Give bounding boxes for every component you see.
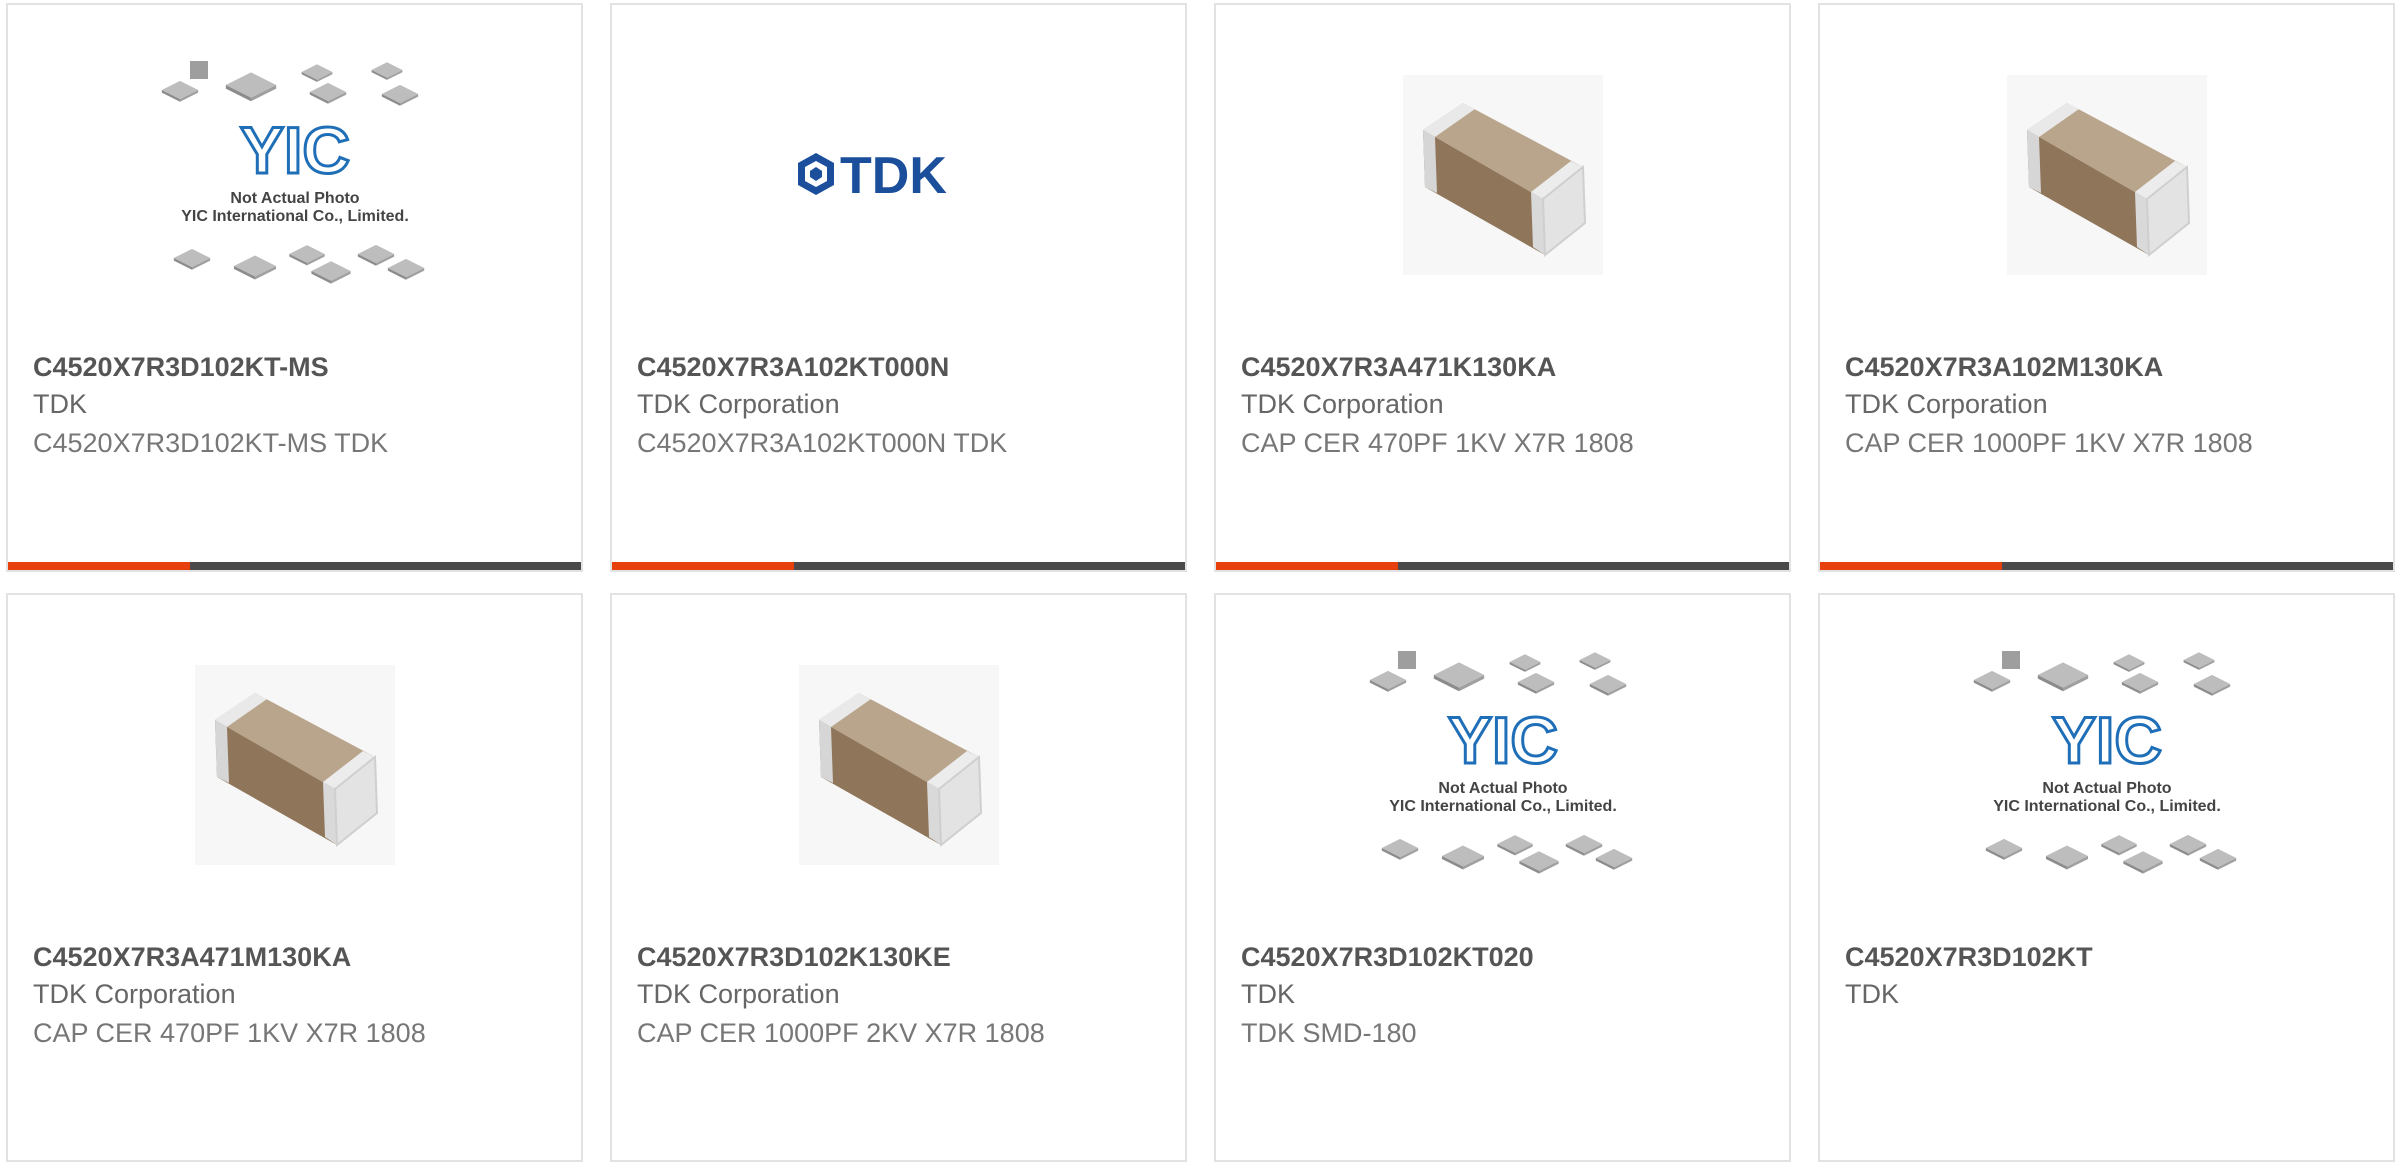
- not-actual-photo-image: YIC Not Actual Photo YIC International C…: [1973, 651, 2236, 874]
- not-actual-photo-image: YIC Not Actual Photo YIC International C…: [1369, 651, 1632, 874]
- part-number[interactable]: C4520X7R3A102M130KA: [1845, 352, 2163, 383]
- card-accent-bar: [1820, 562, 2002, 570]
- capacitor-chip-image: [2007, 75, 2207, 275]
- tdk-logo: TDK: [797, 147, 947, 205]
- product-image-chip: [1820, 5, 2393, 345]
- product-image-chip: [1216, 5, 1789, 345]
- svg-text:YIC International Co., Limited: YIC International Co., Limited.: [1389, 798, 1617, 815]
- svg-text:Not Actual Photo: Not Actual Photo: [230, 190, 359, 207]
- product-card[interactable]: C4520X7R3D102K130KE TDK Corporation CAP …: [610, 593, 1187, 1162]
- part-number[interactable]: C4520X7R3D102KT: [1845, 942, 2093, 973]
- product-card[interactable]: YIC Not Actual Photo YIC International C…: [1214, 593, 1791, 1162]
- yic-logo: YIC: [239, 113, 349, 187]
- part-number[interactable]: C4520X7R3A471K130KA: [1241, 352, 1556, 383]
- part-number[interactable]: C4520X7R3A102KT000N: [637, 352, 949, 383]
- description: CAP CER 1000PF 2KV X7R 1808: [637, 1018, 1045, 1048]
- product-image-yic-placeholder: YIC Not Actual Photo YIC International C…: [1820, 595, 2393, 935]
- description: C4520X7R3D102KT-MS TDK: [33, 428, 389, 458]
- svg-text:YIC International Co., Limited: YIC International Co., Limited.: [181, 208, 409, 225]
- manufacturer: TDK Corporation: [637, 389, 840, 419]
- manufacturer: TDK: [33, 389, 87, 419]
- manufacturer: TDK: [1241, 979, 1295, 1009]
- svg-text:Not Actual Photo: Not Actual Photo: [2042, 780, 2171, 797]
- part-number[interactable]: C4520X7R3A471M130KA: [33, 942, 351, 973]
- yic-logo: YIC: [2051, 703, 2161, 777]
- part-number[interactable]: C4520X7R3D102KT-MS: [33, 352, 329, 383]
- product-grid: YIC Not Actual Photo YIC International C…: [0, 0, 2400, 1162]
- card-accent-bar: [8, 562, 190, 570]
- capacitor-chip-image: [1403, 75, 1603, 275]
- card-accent-bar: [612, 562, 794, 570]
- svg-text:TDK: TDK: [840, 147, 947, 205]
- card-bottom-bar: [612, 562, 1185, 570]
- product-image-tdk-logo: TDK: [612, 5, 1185, 345]
- description: C4520X7R3A102KT000N TDK: [637, 428, 1008, 458]
- not-actual-photo-image: YIC Not Actual Photo YIC International C…: [161, 61, 424, 284]
- product-card[interactable]: C4520X7R3A471K130KA TDK Corporation CAP …: [1214, 3, 1791, 572]
- yic-logo: YIC: [1447, 703, 1557, 777]
- card-bottom-bar: [8, 562, 581, 570]
- product-image-yic-placeholder: YIC Not Actual Photo YIC International C…: [1216, 595, 1789, 935]
- card-bottom-bar: [1820, 562, 2393, 570]
- product-card[interactable]: C4520X7R3A471M130KA TDK Corporation CAP …: [6, 593, 583, 1162]
- product-image-chip: [8, 595, 581, 935]
- manufacturer: TDK Corporation: [1845, 389, 2048, 419]
- product-image-chip: [612, 595, 1185, 935]
- description: CAP CER 470PF 1KV X7R 1808: [33, 1018, 426, 1048]
- part-number[interactable]: C4520X7R3D102KT020: [1241, 942, 1534, 973]
- capacitor-chip-image: [195, 665, 395, 865]
- description: TDK SMD-180: [1241, 1018, 1417, 1048]
- part-number[interactable]: C4520X7R3D102K130KE: [637, 942, 951, 973]
- svg-text:Not Actual Photo: Not Actual Photo: [1438, 780, 1567, 797]
- capacitor-chip-image: [799, 665, 999, 865]
- product-card[interactable]: YIC Not Actual Photo YIC International C…: [1818, 593, 2395, 1162]
- product-card[interactable]: YIC Not Actual Photo YIC International C…: [6, 3, 583, 572]
- description: CAP CER 470PF 1KV X7R 1808: [1241, 428, 1634, 458]
- manufacturer: TDK: [1845, 979, 1899, 1009]
- card-bottom-bar: [1216, 562, 1789, 570]
- manufacturer: TDK Corporation: [637, 979, 840, 1009]
- card-accent-bar: [1216, 562, 1398, 570]
- description: CAP CER 1000PF 1KV X7R 1808: [1845, 428, 2253, 458]
- manufacturer: TDK Corporation: [1241, 389, 1444, 419]
- product-card[interactable]: TDK C4520X7R3A102KT000N TDK Corporation …: [610, 3, 1187, 572]
- svg-text:YIC International Co., Limited: YIC International Co., Limited.: [1993, 798, 2221, 815]
- manufacturer: TDK Corporation: [33, 979, 236, 1009]
- product-image-yic-placeholder: YIC Not Actual Photo YIC International C…: [8, 5, 581, 345]
- product-card[interactable]: C4520X7R3A102M130KA TDK Corporation CAP …: [1818, 3, 2395, 572]
